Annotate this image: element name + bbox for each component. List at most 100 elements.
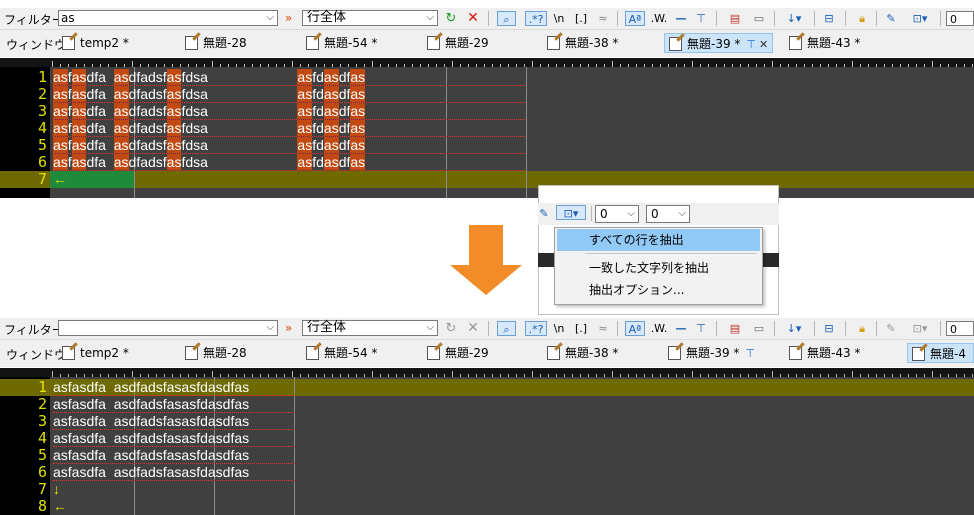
chevron-down-icon[interactable]: ⌵ — [426, 11, 434, 25]
highlight-icon[interactable]: — — [674, 321, 688, 336]
tab-untitled-29[interactable]: 無題-29 — [427, 33, 489, 53]
lock-icon[interactable]: 🔒︎ — [855, 11, 869, 26]
tab-untitled-28[interactable]: 無題-28 — [185, 33, 247, 53]
bracket-toggle[interactable]: [.] — [573, 11, 589, 26]
tab-untitled-38[interactable]: 無題-38 * — [547, 33, 618, 53]
bookmark-icon[interactable]: ▤ — [728, 321, 742, 336]
filter-icon[interactable]: ⊤ — [745, 347, 755, 360]
editor-line[interactable]: 6 asfasdfa asdfadsfasfdsa asfdasdfas — [0, 154, 974, 171]
window-icon[interactable]: ⊟ — [822, 11, 836, 26]
newline-toggle[interactable]: \n — [551, 321, 567, 336]
filter-input[interactable]: as ⌵ — [58, 10, 278, 26]
filter-input[interactable]: ⌵ — [58, 320, 278, 336]
arrow-down-icon[interactable]: ↓▾ — [782, 11, 806, 26]
editor-line[interactable]: 1 asfasdfa asdfadsfasasfdasdfas — [0, 379, 974, 396]
regex-toggle[interactable]: .*? — [525, 321, 547, 336]
tab-untitled-43[interactable]: 無題-43 * — [789, 33, 860, 53]
refresh-icon[interactable]: ↻ — [444, 321, 458, 336]
lock-icon[interactable]: 🔒︎ — [855, 321, 869, 336]
editor-line[interactable]: 7 ↓ — [0, 481, 974, 498]
tab-temp2[interactable]: temp2 * — [62, 33, 129, 53]
pin-icon[interactable]: ✎ — [884, 321, 898, 336]
editor-line[interactable]: 3 asfasdfa asdfadsfasfdsa asfdasdfas — [0, 103, 974, 120]
fuzzy-toggle[interactable]: ≈ — [595, 321, 611, 336]
editor-area[interactable]: 1 asfasdfa asdfadsfasasfdasdfas 2 asfasdfa … — [0, 368, 974, 515]
number-field[interactable]: 0 — [946, 11, 974, 26]
editor-line[interactable]: 5 asfasdfa asdfadsfasfdsa asfdasdfas — [0, 137, 974, 154]
chevron-down-icon[interactable]: ⌵ — [426, 321, 434, 335]
ruler-tick — [580, 64, 581, 67]
tab-untitled-29[interactable]: 無題-29 — [427, 343, 489, 363]
number-select-2[interactable]: 0 ⌵ — [646, 205, 690, 223]
scope-select[interactable]: 行全体 ⌵ — [302, 10, 438, 26]
ruler-tick — [468, 64, 469, 67]
bookmark-icon[interactable]: ▤ — [728, 11, 742, 26]
menu-item-extract-matched-strings[interactable]: 一致した文字列を抽出 — [557, 257, 760, 279]
refresh-icon[interactable]: ↻ — [444, 11, 458, 26]
editor-line[interactable]: 8 ← — [0, 498, 974, 515]
editor-line[interactable]: 3 asfasdfa asdfadsfasasfdasdfas — [0, 413, 974, 430]
highlight-icon[interactable]: — — [674, 11, 688, 26]
editor-area[interactable]: 1 asfasdfa asdfadsfasfdsa asfdasdfas 2 asfa… — [0, 58, 974, 198]
match-case-toggle[interactable]: Aª — [625, 11, 645, 26]
chevron-down-icon[interactable]: ⌵ — [627, 206, 635, 222]
extract-dropdown-icon[interactable]: ⊡▾ — [556, 205, 586, 220]
chevron-down-icon[interactable]: ⌵ — [678, 206, 686, 222]
tab-untitled-54[interactable]: 無題-54 * — [306, 343, 377, 363]
tab-untitled-39[interactable]: 無題-39 * ⊤ ✕ — [664, 33, 774, 53]
newline-toggle[interactable]: \n — [551, 11, 567, 26]
tab-temp2[interactable]: temp2 * — [62, 343, 129, 363]
ruler-tick — [52, 61, 53, 67]
editor-line[interactable]: 1 asfasdfa asdfadsfasfdsa asfdasdfas — [0, 69, 974, 86]
number-field[interactable]: 0 — [946, 321, 974, 336]
ruler-tick — [356, 64, 357, 67]
regex-toggle[interactable]: .*? — [525, 11, 547, 26]
menu-item-extract-all-lines[interactable]: すべての行を抽出 — [557, 229, 760, 251]
double-chevron-right-icon[interactable]: » — [285, 11, 292, 25]
fuzzy-toggle[interactable]: ≈ — [595, 11, 611, 26]
extract-dropdown-icon[interactable]: ⊡▾ — [906, 11, 934, 26]
filter-icon[interactable]: ⊤ — [746, 38, 756, 51]
number-select-1[interactable]: 0 ⌵ — [595, 205, 639, 223]
whole-word-toggle[interactable]: .W. — [650, 11, 668, 26]
pin-icon[interactable]: ✎ — [538, 206, 550, 221]
editor-line[interactable]: 6 asfasdfa asdfadsfasasfdasdfas — [0, 464, 974, 481]
editor-line[interactable]: 7 ← — [0, 171, 974, 188]
tab-untitled-38[interactable]: 無題-38 * — [547, 343, 618, 363]
clear-filter-icon[interactable]: ⊤ — [694, 11, 708, 26]
chevron-down-icon[interactable]: ⌵ — [266, 11, 274, 25]
search-icon[interactable]: ⌕ — [497, 321, 516, 336]
close-icon[interactable]: ✕ — [759, 38, 768, 51]
editor-line[interactable]: 2 asfasdfa asdfadsfasfdsa asfdasdfas — [0, 86, 974, 103]
bracket-toggle[interactable]: [.] — [573, 321, 589, 336]
document-icon[interactable]: ▭ — [752, 11, 766, 26]
chevron-down-icon[interactable]: ⌵ — [266, 321, 274, 335]
tab-untitled-54[interactable]: 無題-54 * — [306, 33, 377, 53]
tab-untitled-39[interactable]: 無題-39 * ⊤ — [668, 343, 755, 363]
clear-filter-icon[interactable]: ⊤ — [694, 321, 708, 336]
close-icon[interactable]: ✕ — [466, 321, 480, 336]
editor-line[interactable]: 4 asfasdfa asdfadsfasasfdasdfas — [0, 430, 974, 447]
pin-icon[interactable]: ✎ — [884, 11, 898, 26]
tab-untitled-28[interactable]: 無題-28 — [185, 343, 247, 363]
editor-line[interactable]: 2 asfasdfa asdfadsfasasfdasdfas — [0, 396, 974, 413]
ruler-tick — [892, 64, 893, 67]
scope-select[interactable]: 行全体 ⌵ — [302, 320, 438, 336]
arrow-down-icon[interactable]: ↓▾ — [782, 321, 806, 336]
ruler-tick — [204, 374, 205, 377]
document-icon[interactable]: ▭ — [752, 321, 766, 336]
window-icon[interactable]: ⊟ — [822, 321, 836, 336]
tab-untitled-4[interactable]: 無題-4 — [907, 343, 974, 363]
menu-item-extract-options[interactable]: 抽出オプション... — [557, 279, 760, 301]
double-chevron-right-icon[interactable]: » — [285, 321, 292, 335]
extract-dropdown-icon[interactable]: ⊡▾ — [906, 321, 934, 336]
tab-untitled-43[interactable]: 無題-43 * — [789, 343, 860, 363]
search-icon[interactable]: ⌕ — [497, 11, 516, 26]
number-select-1-value: 0 — [600, 207, 608, 221]
close-icon[interactable]: ✕ — [466, 11, 480, 26]
whole-word-toggle[interactable]: .W. — [650, 321, 668, 336]
match-case-toggle[interactable]: Aª — [625, 321, 645, 336]
editor-line[interactable]: 5 asfasdfa asdfadsfasasfdasdfas — [0, 447, 974, 464]
ruler — [0, 368, 974, 377]
editor-line[interactable]: 4 asfasdfa asdfadsfasfdsa asfdasdfas — [0, 120, 974, 137]
